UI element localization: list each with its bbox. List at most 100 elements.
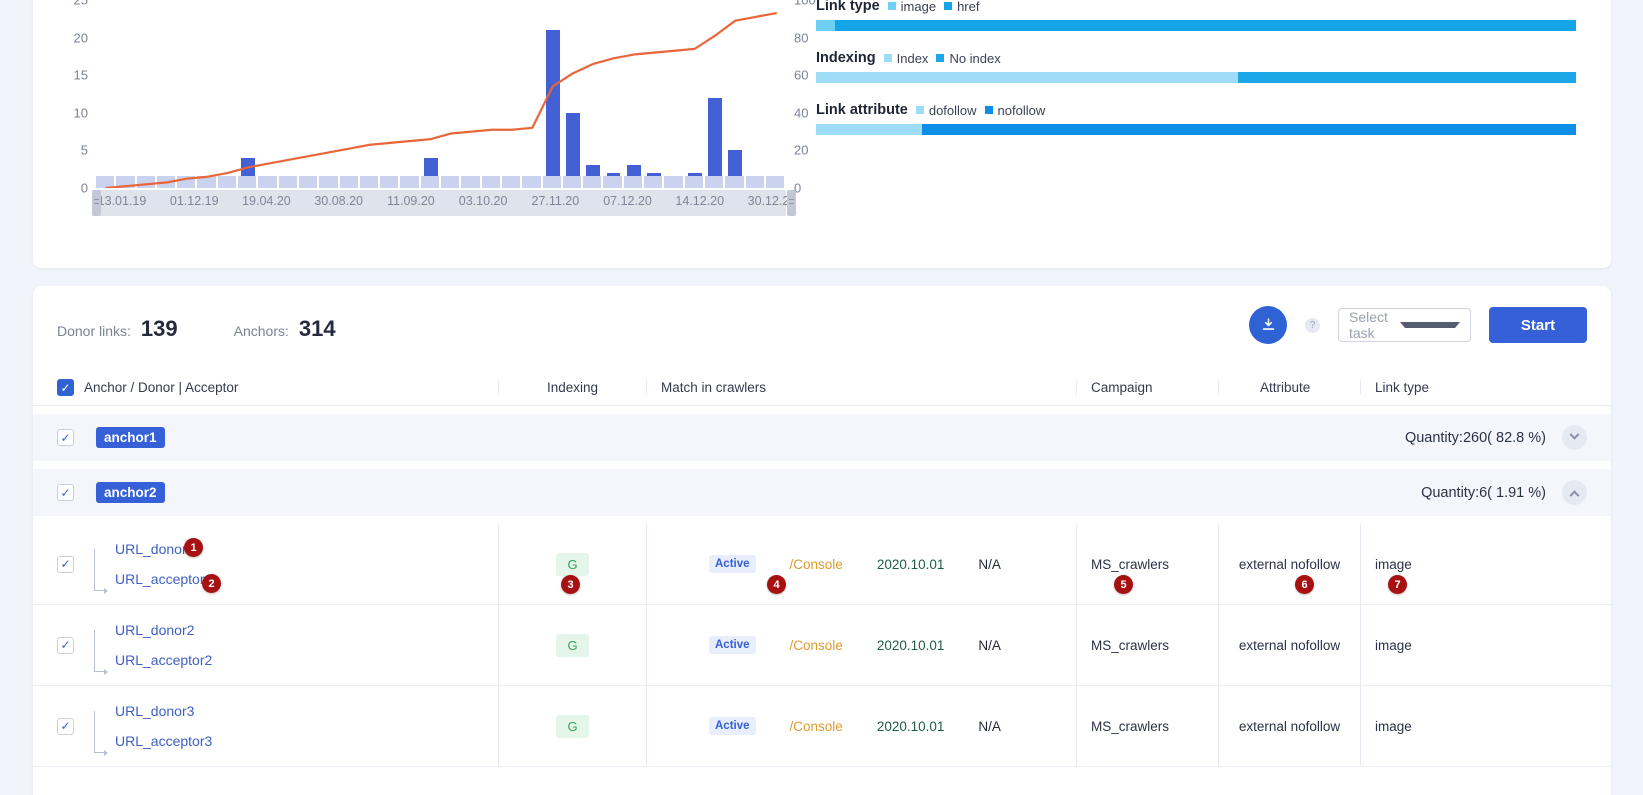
table-row[interactable]: ✓ URL_donor3 URL_acceptor3 G Active /Con… bbox=[33, 686, 1611, 767]
annotation-badge-7: 7 bbox=[1388, 575, 1407, 594]
acceptor-url-link[interactable]: URL_acceptor3 bbox=[115, 733, 212, 749]
table-row[interactable]: ✓ URL_donor2 URL_acceptor2 G Active /Con… bbox=[33, 605, 1611, 686]
legend-entry: dofollow bbox=[915, 103, 977, 118]
x-axis-tick-label: 27.11.20 bbox=[531, 194, 580, 208]
legend-label: No index bbox=[949, 50, 1001, 66]
anchor-group-row[interactable]: ✓ anchor1 Quantity:260( 82.8 %) bbox=[33, 414, 1611, 461]
link-metrics-panel: Link type image href Indexing Index No i… bbox=[816, 0, 1576, 154]
annotation-badge-4: 4 bbox=[767, 575, 786, 594]
legend-entry: href bbox=[944, 0, 979, 14]
legend-label: nofollow bbox=[997, 102, 1046, 118]
chart-range-handle-right[interactable] bbox=[787, 190, 796, 216]
campaign-value: MS_crawlers bbox=[1091, 556, 1170, 572]
select-task-dropdown[interactable]: Select task bbox=[1338, 308, 1471, 342]
chart-range-handle-left[interactable] bbox=[92, 190, 101, 216]
cell-attribute: external nofollow 6 bbox=[1218, 524, 1360, 604]
cell-match-in-crawlers: Active /Console 2020.10.01 N/A 4 bbox=[646, 524, 1076, 604]
bar-segment-dofollow bbox=[816, 124, 923, 135]
y-axis-tick-right: 20 bbox=[794, 142, 809, 158]
bar-segment-no-index bbox=[1237, 72, 1576, 83]
cell-indexing: G 3 bbox=[498, 524, 646, 604]
legend-entry: nofollow bbox=[984, 102, 1046, 118]
start-button[interactable]: Start bbox=[1489, 307, 1587, 343]
select-all-checkbox[interactable]: ✓ bbox=[57, 379, 74, 396]
row-checkbox[interactable]: ✓ bbox=[57, 636, 74, 654]
console-label[interactable]: /Console bbox=[790, 638, 843, 653]
row-checkbox[interactable]: ✓ bbox=[57, 717, 74, 735]
download-button[interactable] bbox=[1249, 306, 1287, 344]
campaign-value: MS_crawlers bbox=[1091, 637, 1170, 653]
legend-entry: image bbox=[887, 0, 936, 14]
bar-segment-image bbox=[816, 20, 835, 31]
x-axis-tick-label: 19.04.20 bbox=[242, 194, 291, 208]
anchor-group-row[interactable]: ✓ anchor2 Quantity:6( 1.91 %) bbox=[33, 469, 1611, 516]
status-badge: Active bbox=[709, 717, 756, 735]
link-type-value: image bbox=[1375, 556, 1412, 572]
metric-link-attribute: Link attribute dofollow nofollow bbox=[816, 102, 1576, 135]
anchor-group-quantity: Quantity:260( 82.8 %) bbox=[1404, 429, 1546, 446]
donor-url-link[interactable]: URL_donor2 bbox=[115, 622, 212, 638]
metric-title: Link attribute bbox=[816, 102, 908, 118]
na-value: N/A bbox=[978, 556, 1001, 572]
x-axis-tick-label: 01.12.19 bbox=[169, 194, 219, 208]
row-checkbox[interactable]: ✓ bbox=[57, 555, 74, 573]
annotation-badge-1: 1 bbox=[184, 538, 203, 557]
x-axis-tick-label: 07.12.20 bbox=[603, 194, 652, 208]
download-icon bbox=[1262, 317, 1274, 330]
cell-anchor-urls: URL_donor3 URL_acceptor3 bbox=[74, 686, 498, 766]
column-header-anchor[interactable]: Anchor / Donor | Acceptor bbox=[74, 380, 498, 395]
legend-label: href bbox=[957, 0, 980, 14]
column-header-linktype[interactable]: Link type bbox=[1360, 380, 1500, 395]
cell-anchor-urls: URL_donor2 URL_acceptor2 bbox=[74, 605, 498, 685]
anchor-group-expand-toggle[interactable] bbox=[1562, 425, 1587, 450]
donor-links-label: Donor links: bbox=[57, 323, 131, 339]
acceptor-url-link[interactable]: URL_acceptor1 bbox=[115, 571, 212, 587]
acceptor-url-link[interactable]: URL_acceptor2 bbox=[115, 652, 212, 668]
bar-segment-nofollow bbox=[922, 124, 1576, 135]
column-header-crawlers[interactable]: Match in crawlers bbox=[646, 380, 1076, 395]
help-icon[interactable]: ? bbox=[1305, 317, 1320, 333]
anchor-group-collapse-toggle[interactable] bbox=[1562, 480, 1587, 505]
cumulative-line-series bbox=[96, 0, 786, 188]
annotation-badge-6: 6 bbox=[1295, 575, 1314, 594]
x-axis-tick-label: 13.01.19 bbox=[97, 194, 147, 208]
anchor-group-checkbox[interactable]: ✓ bbox=[57, 429, 74, 446]
attribute-value: external nofollow bbox=[1238, 556, 1341, 572]
tree-connector-icon bbox=[94, 549, 108, 594]
na-value: N/A bbox=[978, 718, 1001, 734]
annotation-badge-2: 2 bbox=[202, 574, 221, 593]
x-axis-tick-label: 30.08.20 bbox=[314, 194, 363, 208]
table-counters: Donor links: 139 Anchors: 314 bbox=[57, 316, 336, 342]
toolbar-actions: ? Select task Start bbox=[1249, 306, 1587, 344]
link-type-value: image bbox=[1375, 637, 1412, 653]
donor-url-link[interactable]: URL_donor3 bbox=[115, 703, 212, 719]
cell-attribute: external nofollow bbox=[1218, 686, 1360, 766]
console-label[interactable]: /Console bbox=[790, 557, 843, 572]
anchor-group-label: anchor2 bbox=[96, 482, 165, 503]
cell-match-in-crawlers: Active /Console 2020.10.01 N/A bbox=[646, 605, 1076, 685]
y-axis-tick-right: 60 bbox=[794, 67, 809, 83]
cell-link-type: image 7 bbox=[1360, 524, 1500, 604]
y-axis-tick-right: 40 bbox=[794, 105, 809, 121]
table-row[interactable]: ✓ URL_donor1 URL_acceptor1 1 2 G 3 Activ… bbox=[33, 524, 1611, 605]
x-axis-tick-label: 14.12.20 bbox=[675, 194, 725, 208]
cell-link-type: image bbox=[1360, 686, 1500, 766]
console-label[interactable]: /Console bbox=[790, 719, 843, 734]
chevron-down-icon bbox=[1569, 429, 1580, 440]
anchors-value: 314 bbox=[298, 316, 336, 341]
column-header-campaign[interactable]: Campaign bbox=[1076, 380, 1218, 395]
column-header-attribute[interactable]: Attribute bbox=[1218, 380, 1360, 395]
chart-plot-area: 25 20 15 10 5 0 100 80 60 40 20 0 bbox=[74, 0, 816, 196]
cell-campaign: MS_crawlers bbox=[1076, 605, 1218, 685]
anchor-group-quantity: Quantity:6( 1.91 %) bbox=[1421, 484, 1546, 501]
campaign-value: MS_crawlers bbox=[1091, 718, 1170, 734]
y-axis-tick-right: 80 bbox=[794, 30, 809, 46]
y-axis-tick-left: 20 bbox=[73, 30, 88, 46]
column-header-indexing[interactable]: Indexing bbox=[498, 380, 646, 395]
status-badge: Active bbox=[709, 636, 756, 654]
annotation-badge-3: 3 bbox=[561, 575, 580, 594]
bar-segment-index bbox=[816, 72, 1238, 83]
analytics-card: 25 20 15 10 5 0 100 80 60 40 20 0 13.01.… bbox=[33, 0, 1611, 268]
anchor-group-checkbox[interactable]: ✓ bbox=[57, 484, 74, 501]
crawl-date: 2020.10.01 bbox=[876, 637, 945, 653]
